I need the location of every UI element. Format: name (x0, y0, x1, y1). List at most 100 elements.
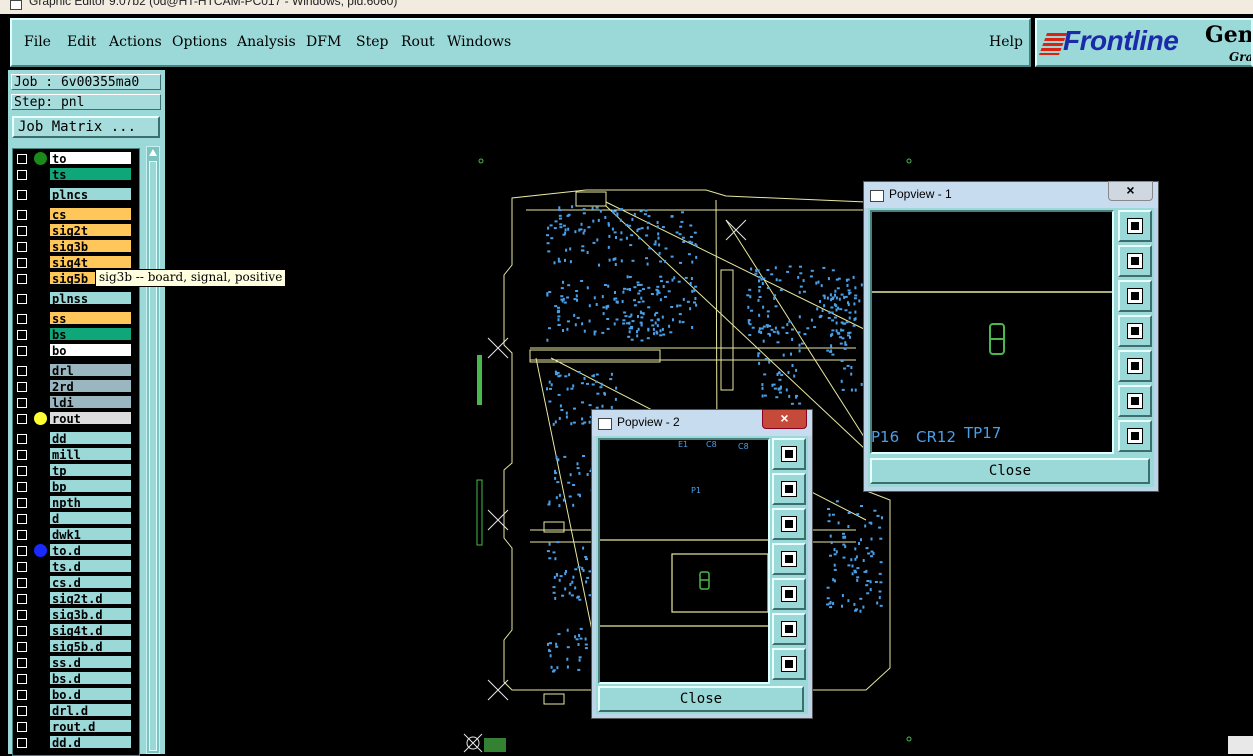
layer-name[interactable]: sig4t.d (49, 623, 132, 638)
layer-row-dd[interactable]: dd (13, 431, 139, 446)
layer-row-rout[interactable]: rout (13, 411, 139, 426)
layer-row-to-d[interactable]: to.d (13, 543, 139, 558)
layer-name[interactable]: ldi (49, 395, 132, 410)
zoom-fit-button[interactable] (1118, 210, 1152, 242)
layer-row-rout-d[interactable]: rout.d (13, 719, 139, 734)
layer-checkbox[interactable] (17, 722, 27, 732)
menu-actions[interactable]: Actions (109, 34, 162, 50)
layer-list-scrollbar[interactable] (146, 146, 160, 754)
popview-1-viewport[interactable]: P16 CR12 TP17 (870, 210, 1114, 454)
scroll-thumb[interactable] (149, 161, 157, 751)
layer-name[interactable]: ts.d (49, 559, 132, 574)
layer-checkbox[interactable] (17, 258, 27, 268)
layer-row-mill[interactable]: mill (13, 447, 139, 462)
layer-row-sig2t[interactable]: sig2t (13, 223, 139, 238)
layer-name[interactable]: ss.d (49, 655, 132, 670)
layer-row-plnss[interactable]: plnss (13, 291, 139, 306)
layer-row-dwk1[interactable]: dwk1 (13, 527, 139, 542)
layer-checkbox[interactable] (17, 626, 27, 636)
menu-dfm[interactable]: DFM (306, 34, 341, 50)
menu-analysis[interactable]: Analysis (237, 34, 296, 50)
layer-checkbox[interactable] (17, 190, 27, 200)
layer-checkbox[interactable] (17, 594, 27, 604)
layer-checkbox[interactable] (17, 366, 27, 376)
layer-name[interactable]: sig2t (49, 223, 132, 238)
zoom-out-button[interactable] (1118, 385, 1152, 417)
popview-1-close-button[interactable]: Close (870, 458, 1150, 484)
pan-up-button[interactable] (772, 473, 806, 505)
layer-name[interactable]: rout.d (49, 719, 132, 734)
layer-row-2rd[interactable]: 2rd (13, 379, 139, 394)
scroll-up-icon[interactable] (149, 149, 157, 156)
popview-2-close-button[interactable]: Close (598, 686, 804, 712)
layer-name[interactable]: dd (49, 431, 132, 446)
job-matrix-button[interactable]: Job Matrix ... (12, 116, 160, 138)
layer-name[interactable]: dd.d (49, 735, 132, 750)
menu-options[interactable]: Options (172, 34, 227, 50)
pan-up-button[interactable] (1118, 245, 1152, 277)
layer-row-to[interactable]: to (13, 151, 139, 166)
layer-checkbox[interactable] (17, 546, 27, 556)
pan-left-button[interactable] (1118, 315, 1152, 347)
layer-name[interactable]: plnss (49, 291, 132, 306)
layer-checkbox[interactable] (17, 706, 27, 716)
layer-row-dd-d[interactable]: dd.d (13, 735, 139, 750)
layer-name[interactable]: cs.d (49, 575, 132, 590)
layer-name[interactable]: sig5b.d (49, 639, 132, 654)
layer-name[interactable]: drl (49, 363, 132, 378)
layer-row-d[interactable]: d (13, 511, 139, 526)
menu-file[interactable]: File (24, 34, 51, 50)
layer-name[interactable]: dwk1 (49, 527, 132, 542)
layer-checkbox[interactable] (17, 578, 27, 588)
layer-name[interactable]: sig3b.d (49, 607, 132, 622)
layer-checkbox[interactable] (17, 170, 27, 180)
layer-row-cs[interactable]: cs (13, 207, 139, 222)
layer-row-cs-d[interactable]: cs.d (13, 575, 139, 590)
layer-row-tp[interactable]: tp (13, 463, 139, 478)
layer-name[interactable]: rout (49, 411, 132, 426)
layer-name[interactable]: ts (49, 167, 132, 182)
menu-help[interactable]: Help (989, 34, 1023, 50)
layer-name[interactable]: ss (49, 311, 132, 326)
layer-checkbox[interactable] (17, 514, 27, 524)
zoom-out-button[interactable] (772, 613, 806, 645)
pan-right-button[interactable] (772, 578, 806, 610)
layer-name[interactable]: cs (49, 207, 132, 222)
layer-checkbox[interactable] (17, 450, 27, 460)
layer-name[interactable]: sig4t (49, 255, 132, 270)
layer-row-sig3b-d[interactable]: sig3b.d (13, 607, 139, 622)
layer-name[interactable]: bo (49, 343, 132, 358)
layer-row-sig4t-d[interactable]: sig4t.d (13, 623, 139, 638)
layer-name[interactable]: 2rd (49, 379, 132, 394)
layer-checkbox[interactable] (17, 498, 27, 508)
layer-checkbox[interactable] (17, 274, 27, 284)
layer-name[interactable]: to (49, 151, 132, 166)
layer-name[interactable]: bs (49, 327, 132, 342)
layer-checkbox[interactable] (17, 610, 27, 620)
layer-checkbox[interactable] (17, 414, 27, 424)
menu-windows[interactable]: Windows (447, 34, 511, 50)
layer-row-ldi[interactable]: ldi (13, 395, 139, 410)
popview-1-close-icon[interactable]: × (1108, 181, 1153, 201)
menu-edit[interactable]: Edit (67, 34, 96, 50)
layer-checkbox[interactable] (17, 210, 27, 220)
pan-down-button[interactable] (772, 508, 806, 540)
layer-name[interactable]: bo.d (49, 687, 132, 702)
layer-checkbox[interactable] (17, 466, 27, 476)
layer-checkbox[interactable] (17, 314, 27, 324)
layer-name[interactable]: to.d (49, 543, 132, 558)
layer-name[interactable]: tp (49, 463, 132, 478)
corner-home-icon[interactable] (1228, 736, 1253, 754)
layer-checkbox[interactable] (17, 738, 27, 748)
layer-row-plncs[interactable]: plncs (13, 187, 139, 202)
layer-name[interactable]: bp (49, 479, 132, 494)
layer-checkbox[interactable] (17, 642, 27, 652)
pan-down-button[interactable] (1118, 280, 1152, 312)
layer-name[interactable]: plncs (49, 187, 132, 202)
layer-checkbox[interactable] (17, 242, 27, 252)
layer-row-drl-d[interactable]: drl.d (13, 703, 139, 718)
layer-checkbox[interactable] (17, 482, 27, 492)
layer-row-bp[interactable]: bp (13, 479, 139, 494)
zoom-in-button[interactable] (772, 648, 806, 680)
layer-checkbox[interactable] (17, 154, 27, 164)
